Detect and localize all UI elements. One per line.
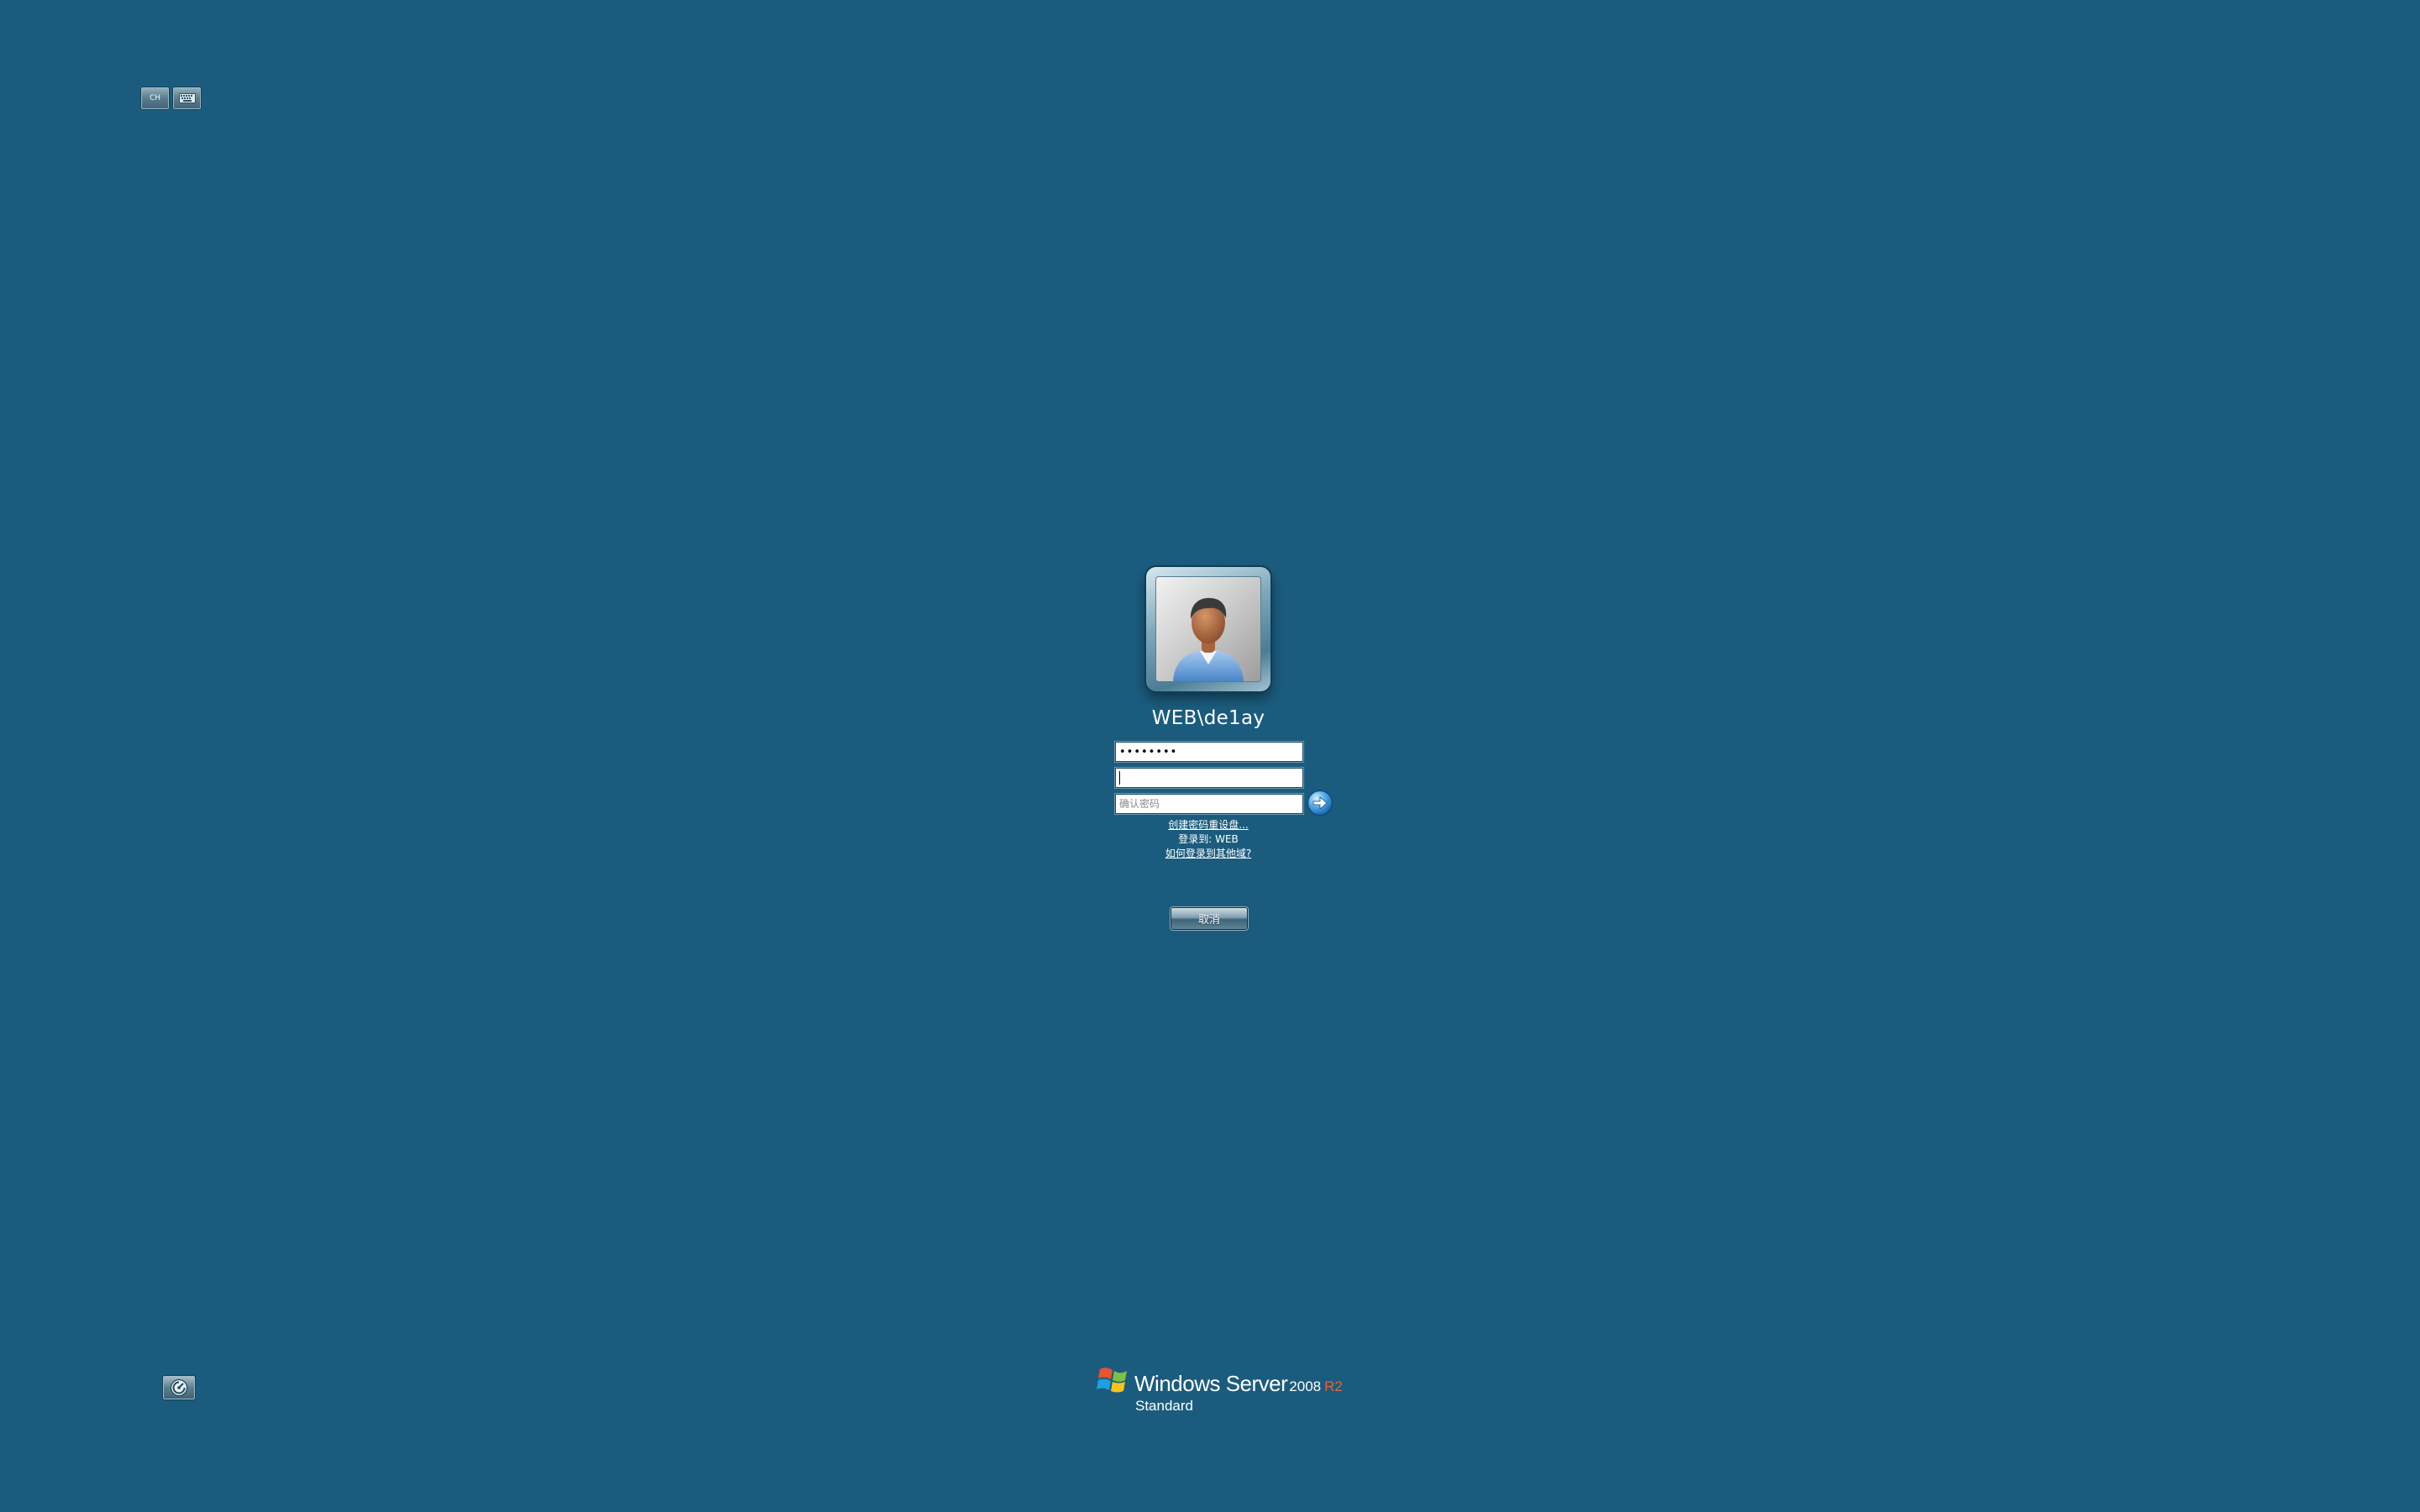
brand-name: Windows Server <box>1134 1371 1288 1396</box>
user-name: WEB\de1ay <box>1151 707 1265 729</box>
new-password-field[interactable] <box>1114 767 1304 789</box>
submit-button[interactable] <box>1307 790 1333 816</box>
windows-logo-icon <box>1097 1368 1127 1393</box>
user-avatar-icon <box>1173 597 1244 681</box>
text-caret <box>1119 771 1120 785</box>
windows-server-branding: Windows Server 2008 R2 Standard <box>1097 1364 1343 1415</box>
ease-of-access-icon <box>170 1378 188 1397</box>
input-language-label: CH <box>149 93 161 102</box>
user-tile <box>1146 567 1270 691</box>
logon-to-label: 登录到: WEB <box>1178 833 1239 845</box>
brand-edition: Standard <box>1135 1398 1193 1414</box>
keyboard-icon <box>178 93 196 103</box>
cancel-button[interactable]: 取消 <box>1170 906 1249 931</box>
create-reset-disk-link[interactable]: 创建密码重设盘... <box>1042 817 1375 832</box>
confirm-password-field[interactable] <box>1114 793 1304 815</box>
ease-of-access-button[interactable] <box>163 1376 195 1399</box>
brand-version: 2008 <box>1289 1378 1322 1394</box>
old-password-field[interactable] <box>1114 741 1304 763</box>
other-domain-link[interactable]: 如何登录到其他域? <box>1042 846 1375 860</box>
arrow-right-icon <box>1313 796 1328 810</box>
input-language-button[interactable]: CH <box>141 87 169 109</box>
brand-release: R2 <box>1324 1378 1343 1394</box>
on-screen-keyboard-button[interactable] <box>173 87 201 109</box>
